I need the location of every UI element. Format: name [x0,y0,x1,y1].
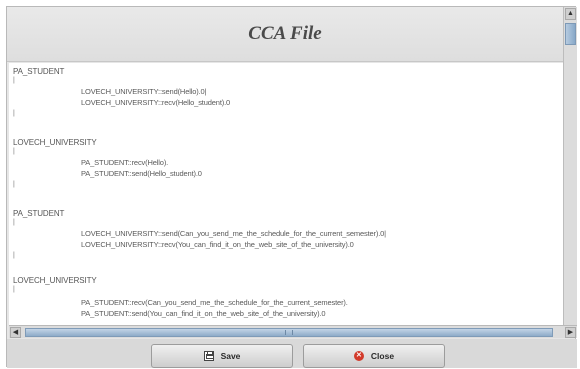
block-line: PA_STUDENT::recv(Hello). [81,158,169,167]
horizontal-scroll-thumb[interactable] [25,328,553,337]
block-header: PA_STUDENT [13,67,65,76]
vertical-scroll-thumb[interactable] [565,23,576,45]
cca-file-dialog: CCA File PA_STUDENT | LOVECH_UNIVERSITY:… [6,6,577,368]
block-brace-mark: | [13,110,15,117]
scroll-up-arrow-icon[interactable]: ▲ [565,8,576,20]
dialog-footer: Save ✕ Close [7,339,577,368]
floppy-disk-icon [203,351,214,361]
block-brace-mark: | [13,148,15,155]
block-line: LOVECH_UNIVERSITY::recv(Hello_student).0 [81,98,231,107]
scroll-grip-icon [285,330,293,335]
close-button-label: Close [370,351,395,361]
scroll-left-arrow-icon[interactable]: ◀ [10,327,21,338]
cca-text-area[interactable]: PA_STUDENT | LOVECH_UNIVERSITY::send(Hel… [9,63,563,325]
block-brace-mark: | [13,252,15,259]
dialog-header: CCA File [7,7,563,62]
save-button-label: Save [220,351,241,361]
block-line: PA_STUDENT::send(You_can_find_it_on_the_… [81,309,326,318]
block-line: PA_STUDENT::send(Hello_student).0 [81,169,202,178]
dialog-title: CCA File [248,23,322,44]
block-header: LOVECH_UNIVERSITY [13,276,97,285]
close-button[interactable]: ✕ Close [303,344,445,368]
block-brace-mark: | [13,219,15,226]
save-button[interactable]: Save [151,344,293,368]
block-line: PA_STUDENT::recv(Can_you_send_me_the_sch… [81,298,348,307]
block-brace-mark: | [13,286,15,293]
close-icon: ✕ [353,351,364,361]
block-line: LOVECH_UNIVERSITY::send(Hello).0| [81,87,207,96]
scroll-right-arrow-icon[interactable]: ▶ [565,327,576,338]
block-brace-mark: | [13,77,15,84]
block-header: LOVECH_UNIVERSITY [13,138,97,147]
block-brace-mark: | [13,181,15,188]
vertical-scrollbar[interactable]: ▲ [563,7,577,325]
block-header: PA_STUDENT [13,209,65,218]
block-line: LOVECH_UNIVERSITY::send(Can_you_send_me_… [81,229,386,238]
block-line: LOVECH_UNIVERSITY::recv(You_can_find_it_… [81,240,354,249]
horizontal-scrollbar[interactable]: ◀ ▶ [9,325,577,338]
